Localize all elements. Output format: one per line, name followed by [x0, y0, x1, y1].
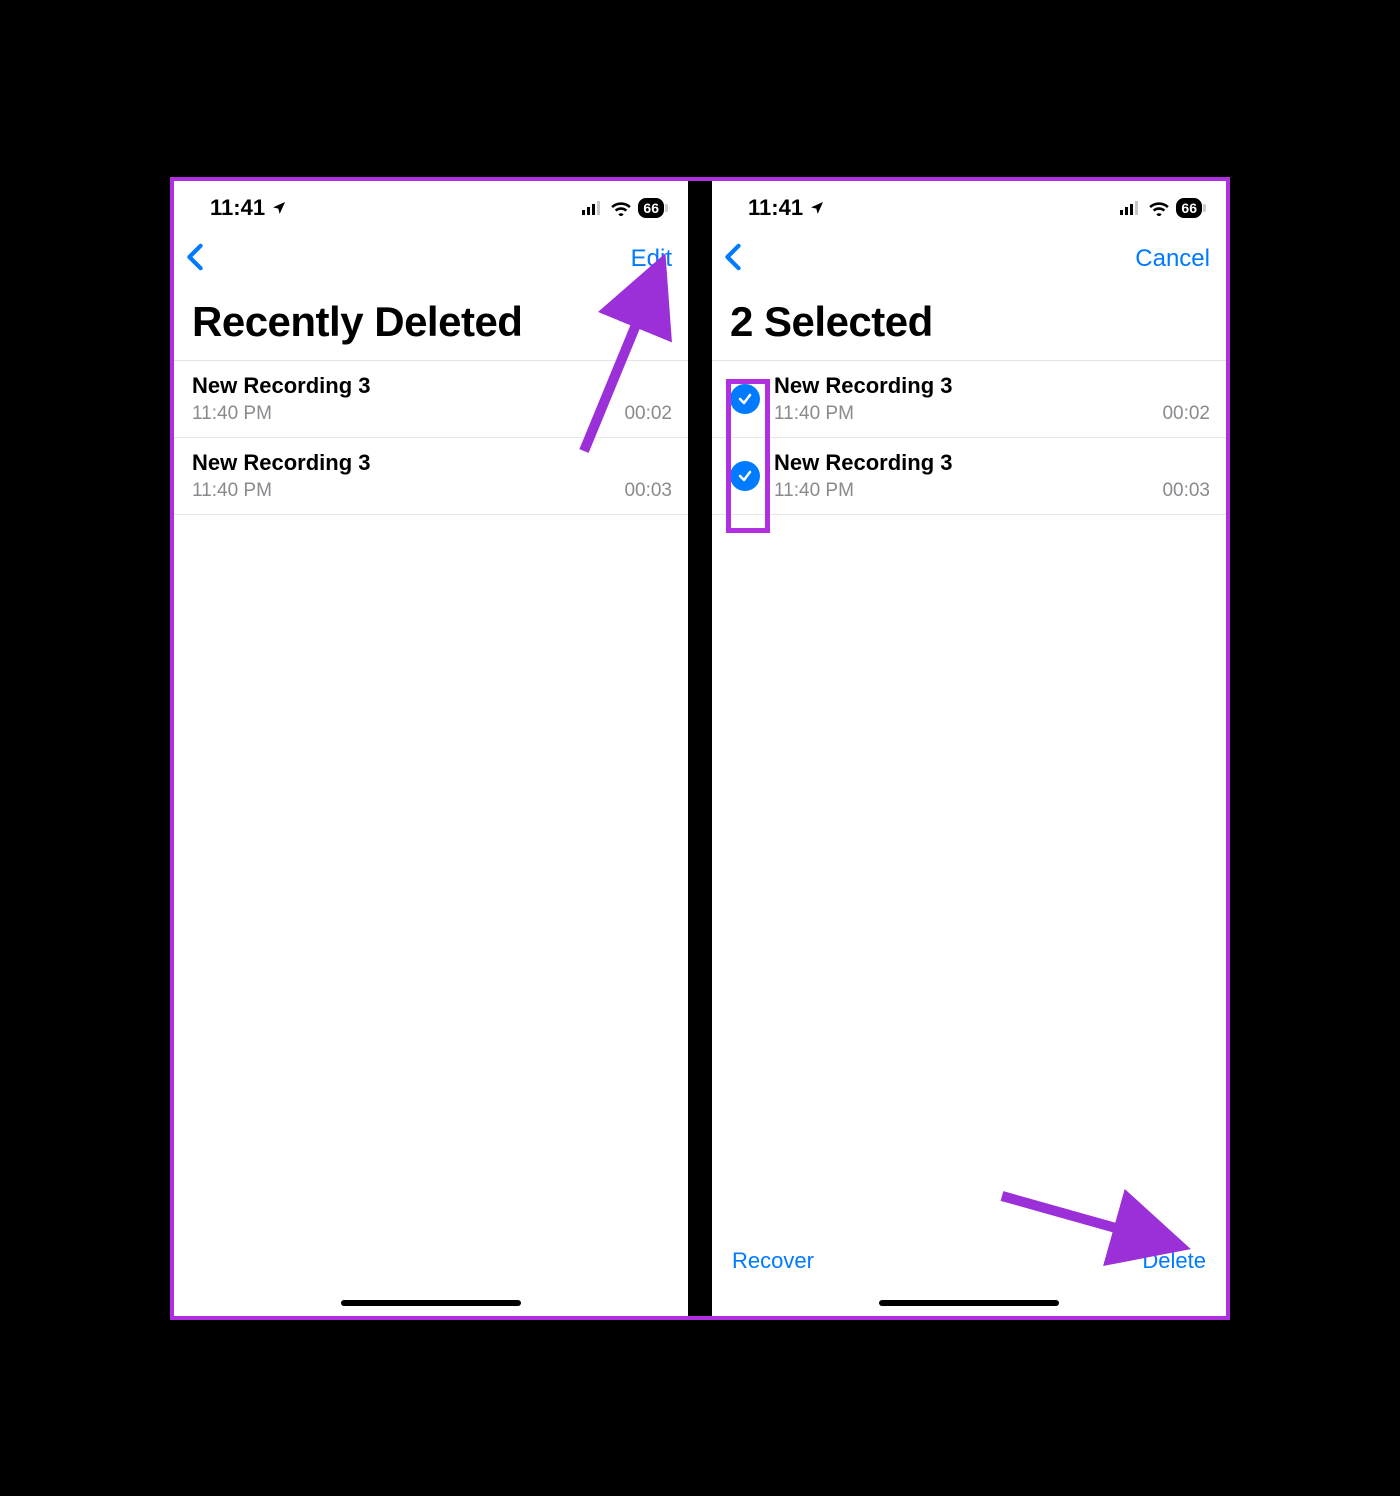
wifi-icon [1148, 200, 1170, 216]
recording-row[interactable]: New Recording 3 11:40 PM 00:03 [174, 438, 688, 515]
back-button[interactable] [724, 243, 742, 276]
recording-list: New Recording 3 11:40 PM 00:02 New Recor… [174, 361, 688, 1316]
nav-bar: Cancel [712, 225, 1226, 280]
screenshot-left: 11:41 66 Edit Recently Deleted New Recor… [174, 181, 688, 1316]
nav-bar: Edit [174, 225, 688, 280]
check-icon [737, 468, 753, 484]
recording-row[interactable]: New Recording 3 11:40 PM 00:02 [174, 361, 688, 438]
recording-time: 11:40 PM [774, 480, 854, 502]
cellular-icon [582, 201, 604, 215]
location-icon [271, 200, 287, 216]
recording-time: 11:40 PM [192, 480, 272, 502]
recording-name: New Recording 3 [774, 450, 1210, 476]
location-icon [809, 200, 825, 216]
status-time: 11:41 [748, 195, 803, 221]
wifi-icon [610, 200, 632, 216]
recording-duration: 00:02 [624, 403, 672, 425]
cellular-icon [1120, 201, 1142, 215]
recording-name: New Recording 3 [192, 450, 672, 476]
recording-duration: 00:03 [624, 480, 672, 502]
chevron-left-icon [186, 243, 204, 271]
status-bar: 11:41 66 [174, 181, 688, 225]
recording-duration: 00:02 [1162, 403, 1210, 425]
screenshot-right: 11:41 66 Cancel 2 Selected New Re [700, 181, 1226, 1316]
selection-checkmark[interactable] [730, 384, 760, 414]
recover-button[interactable]: Recover [732, 1248, 814, 1274]
delete-button[interactable]: Delete [1142, 1248, 1206, 1274]
back-button[interactable] [186, 243, 204, 276]
check-icon [737, 391, 753, 407]
recording-time: 11:40 PM [192, 403, 272, 425]
edit-button[interactable]: Edit [631, 245, 672, 273]
battery-icon: 66 [638, 198, 664, 218]
recording-list: New Recording 3 11:40 PM 00:02 New Recor… [712, 361, 1226, 1230]
recording-row[interactable]: New Recording 3 11:40 PM 00:02 [712, 361, 1226, 438]
home-indicator [341, 1300, 521, 1306]
page-title: 2 Selected [712, 280, 1226, 361]
status-time: 11:41 [210, 195, 265, 221]
recording-name: New Recording 3 [774, 373, 1210, 399]
recording-time: 11:40 PM [774, 403, 854, 425]
status-bar: 11:41 66 [712, 181, 1226, 225]
page-title: Recently Deleted [174, 280, 688, 361]
selection-checkmark[interactable] [730, 461, 760, 491]
cancel-button[interactable]: Cancel [1135, 245, 1210, 273]
chevron-left-icon [724, 243, 742, 271]
recording-row[interactable]: New Recording 3 11:40 PM 00:03 [712, 438, 1226, 515]
recording-name: New Recording 3 [192, 373, 672, 399]
recording-duration: 00:03 [1162, 480, 1210, 502]
battery-icon: 66 [1176, 198, 1202, 218]
home-indicator [879, 1300, 1059, 1306]
